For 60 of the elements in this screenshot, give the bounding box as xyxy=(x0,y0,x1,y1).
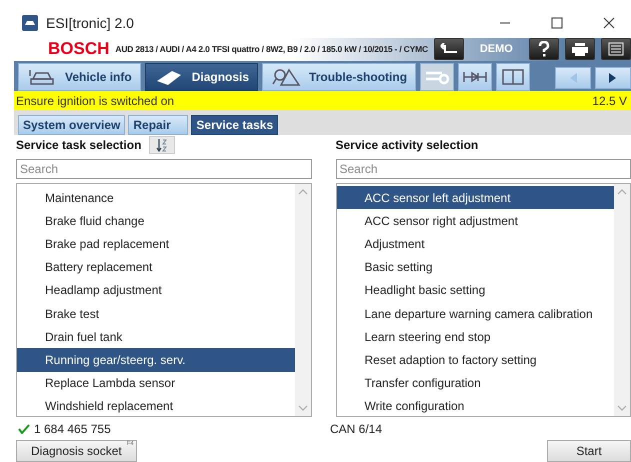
device-number: 1 684 465 755 xyxy=(34,422,111,436)
list-item[interactable]: Write configuration xyxy=(336,394,614,418)
list-item[interactable]: Brake fluid change xyxy=(17,209,294,233)
app-icon xyxy=(22,15,38,31)
list-item[interactable]: Reset adaption to factory setting xyxy=(336,348,614,372)
list-item[interactable]: Headlight basic setting xyxy=(336,278,614,302)
sub-tab[interactable]: Service tasks xyxy=(191,115,278,136)
search-field[interactable]: Search xyxy=(16,159,312,180)
window-title: ESI[tronic] 2.0 xyxy=(46,15,135,31)
help-button[interactable] xyxy=(528,38,559,60)
list-item[interactable]: Battery replacement xyxy=(17,256,294,279)
list-item[interactable]: Maintenance xyxy=(17,186,294,210)
list-item[interactable]: Adjustment xyxy=(336,232,614,256)
back-button[interactable] xyxy=(434,38,464,60)
list-item[interactable]: Windshield replacement xyxy=(17,394,294,418)
main-tab[interactable]: Trouble-shooting xyxy=(262,63,416,92)
help-icon xyxy=(538,41,550,58)
main-tab[interactable]: Diagnosis xyxy=(144,63,258,92)
action-button[interactable]: Start xyxy=(547,440,631,462)
search-field[interactable]: Search xyxy=(336,159,631,180)
notice-message: Ensure ignition is switched on xyxy=(16,94,174,108)
mode-label: DEMO xyxy=(478,43,514,56)
search-warning-icon xyxy=(271,67,302,88)
right-arrow-icon xyxy=(608,72,618,84)
list-item[interactable]: Learn steering end stop xyxy=(336,325,614,348)
list-button[interactable] xyxy=(600,38,631,60)
main-tab[interactable]: Vehicle info xyxy=(18,63,141,92)
list-item[interactable]: Transfer configuration xyxy=(336,372,614,395)
list-item[interactable]: ACC sensor left adjustment xyxy=(336,186,614,210)
voltage-reading: 12.5 V xyxy=(592,94,627,108)
list-item[interactable]: Brake pad replacement xyxy=(17,232,294,256)
list-item[interactable]: Basic setting xyxy=(336,256,614,279)
print-button[interactable] xyxy=(564,38,595,60)
list-item[interactable]: Headlamp adjustment xyxy=(17,278,294,302)
book-icon xyxy=(500,68,526,86)
sub-tab[interactable]: System overview xyxy=(18,115,126,136)
list-item[interactable]: Replace Lambda sensor xyxy=(17,372,294,395)
brand-logo: BOSCH xyxy=(48,39,110,60)
sort-button[interactable] xyxy=(149,136,176,154)
sort-icon xyxy=(156,138,168,152)
back-arrow-icon xyxy=(438,43,459,56)
maximize-icon xyxy=(551,17,563,29)
list-item[interactable]: Brake test xyxy=(17,302,294,326)
list-item[interactable]: Lane departure warning camera calibration xyxy=(336,302,614,326)
printer-icon xyxy=(570,42,589,56)
tool-button[interactable] xyxy=(496,63,530,92)
close-icon xyxy=(603,17,615,29)
list-item[interactable]: Running gear/steerg. serv. xyxy=(17,348,294,372)
list-item[interactable]: ACC sensor right adjustment xyxy=(336,209,614,233)
left-arrow-icon xyxy=(568,72,578,84)
bus-status: CAN 6/14 xyxy=(330,422,382,436)
sub-tab[interactable]: Repair xyxy=(128,115,188,136)
car-info-icon xyxy=(27,67,57,88)
list-icon xyxy=(608,42,624,56)
panel-heading: Service activity selection xyxy=(336,138,478,152)
vehicle-description: AUD 2813 / AUDI / A4 2.0 TFSI quattro / 8W2, B9 / 2.0 / 185.0 kW / 10/2015 - / CYMC xyxy=(115,44,428,54)
list-item[interactable]: Drain fuel tank xyxy=(17,325,294,348)
next-button[interactable] xyxy=(595,67,631,90)
tool-button[interactable] xyxy=(458,63,492,92)
panel-heading: Service task selection xyxy=(16,138,142,152)
